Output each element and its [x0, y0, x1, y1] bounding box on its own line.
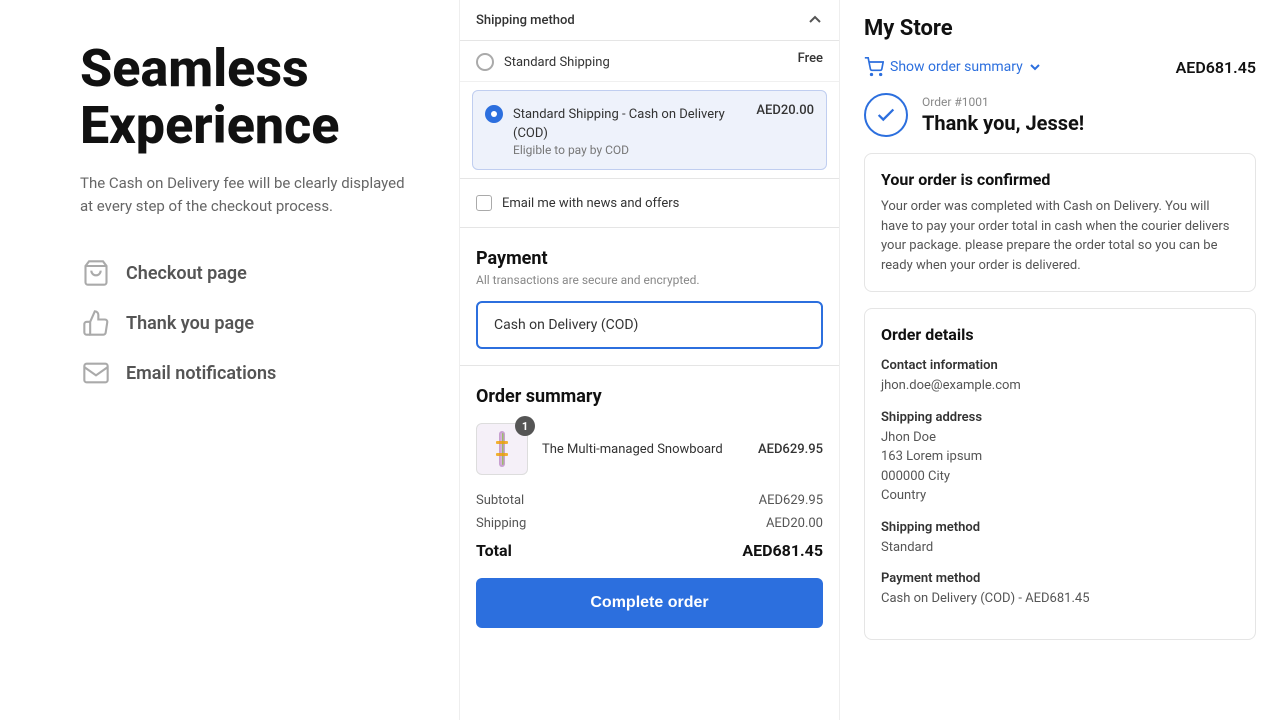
shipping-section: Shipping method Standard Shipping Free S… [460, 0, 839, 179]
order-details-box: Order details Contact information jhon.d… [864, 308, 1256, 640]
left-panel: Seamless Experience The Cash on Delivery… [0, 0, 460, 720]
summary-subtotal-row: Subtotal AED629.95 [476, 493, 823, 508]
cart-summary-icon [864, 57, 884, 77]
chevron-up-icon [807, 12, 823, 28]
snowboard-svg [486, 429, 518, 469]
feature-thankyou-label: Thank you page [126, 313, 254, 334]
payment-method-section: Payment method Cash on Delivery (COD) - … [881, 571, 1239, 609]
shipping-header-label: Shipping method [476, 13, 575, 28]
confirmed-box: Your order is confirmed Your order was c… [864, 153, 1256, 292]
summary-bar-amount: AED681.45 [1176, 58, 1256, 77]
show-summary-label: Show order summary [890, 59, 1023, 75]
payment-section: Payment All transactions are secure and … [460, 228, 839, 366]
feature-email-label: Email notifications [126, 363, 276, 384]
product-quantity-badge: 1 [515, 416, 535, 436]
email-checkbox-label: Email me with news and offers [502, 196, 679, 211]
thank-you-content: Order #1001 Thank you, Jesse! [922, 95, 1084, 135]
product-price: AED629.95 [758, 442, 823, 457]
payment-method-value: Cash on Delivery (COD) - AED681.45 [881, 589, 1239, 609]
thank-you-text: Thank you, Jesse! [922, 111, 1084, 135]
payment-title: Payment [476, 248, 823, 269]
order-summary-bar: Show order summary AED681.45 [864, 57, 1256, 77]
feature-checkout-label: Checkout page [126, 263, 247, 284]
shipping-method-section: Shipping method Standard [881, 520, 1239, 558]
confirmed-title: Your order is confirmed [881, 170, 1239, 189]
store-name: My Store [864, 16, 1256, 41]
show-summary-link[interactable]: Show order summary [864, 57, 1041, 77]
checkmark-icon [875, 104, 897, 126]
order-summary-title: Order summary [476, 386, 823, 407]
shipping-header: Shipping method [460, 0, 839, 41]
confirmed-text: Your order was completed with Cash on De… [881, 197, 1239, 275]
option-cod-details: Standard Shipping - Cash on Delivery (CO… [513, 103, 746, 157]
radio-standard[interactable] [476, 53, 494, 71]
shipping-option-cod[interactable]: Standard Shipping - Cash on Delivery (CO… [472, 90, 827, 170]
complete-order-button[interactable]: Complete order [476, 578, 823, 628]
order-details-title: Order details [881, 325, 1239, 344]
contact-label: Contact information [881, 358, 1239, 373]
shipping-value: AED20.00 [766, 516, 823, 531]
thank-you-card: Order #1001 Thank you, Jesse! [864, 93, 1256, 137]
headline: Seamless Experience [80, 40, 419, 154]
payment-method-box: Cash on Delivery (COD) [476, 301, 823, 349]
option-cod-price: AED20.00 [756, 103, 814, 118]
option-standard-price: Free [798, 51, 823, 66]
feature-checkout: Checkout page [80, 257, 419, 289]
email-section: Email me with news and offers [460, 179, 839, 228]
product-image-wrap: 1 [476, 423, 528, 475]
option-cod-sub: Eligible to pay by COD [513, 143, 746, 157]
summary-total-row: Total AED681.45 [476, 541, 823, 560]
shipping-address-value: Jhon Doe 163 Lorem ipsum 000000 City Cou… [881, 428, 1239, 506]
shipping-label: Shipping [476, 516, 526, 531]
product-row: 1 The Multi-managed Snowboard AED629.95 [476, 423, 823, 475]
order-summary-section: Order summary 1 The Multi-managed Snowbo… [460, 366, 839, 644]
cart-icon [80, 257, 112, 289]
product-name: The Multi-managed Snowboard [542, 442, 744, 457]
email-checkbox-row[interactable]: Email me with news and offers [476, 195, 823, 211]
feature-thankyou: Thank you page [80, 307, 419, 339]
contact-value: jhon.doe@example.com [881, 376, 1239, 396]
thumbsup-icon [80, 307, 112, 339]
option-cod-name: Standard Shipping - Cash on Delivery (CO… [513, 107, 725, 141]
radio-cod[interactable] [485, 105, 503, 123]
subtotal-value: AED629.95 [759, 493, 823, 508]
shipping-method-value: Standard [881, 538, 1239, 558]
email-checkbox[interactable] [476, 195, 492, 211]
shipping-method-label: Shipping method [881, 520, 1239, 535]
subtotal-label: Subtotal [476, 493, 524, 508]
summary-shipping-row: Shipping AED20.00 [476, 516, 823, 531]
contact-section: Contact information jhon.doe@example.com [881, 358, 1239, 396]
shipping-option-standard[interactable]: Standard Shipping Free [460, 41, 839, 82]
option-standard-details: Standard Shipping [504, 51, 788, 70]
shipping-address-label: Shipping address [881, 410, 1239, 425]
chevron-down-icon [1029, 61, 1041, 73]
payment-method-label: Payment method [881, 571, 1239, 586]
email-icon [80, 357, 112, 389]
right-panel: My Store Show order summary AED681.45 Or… [840, 0, 1280, 720]
feature-list: Checkout page Thank you page Email notif… [80, 257, 419, 389]
description: The Cash on Delivery fee will be clearly… [80, 172, 419, 217]
checkmark-circle [864, 93, 908, 137]
shipping-address-section: Shipping address Jhon Doe 163 Lorem ipsu… [881, 410, 1239, 506]
middle-panel: Shipping method Standard Shipping Free S… [460, 0, 840, 720]
payment-subtitle: All transactions are secure and encrypte… [476, 273, 823, 287]
total-value: AED681.45 [742, 541, 823, 560]
order-number: Order #1001 [922, 95, 1084, 109]
option-standard-name: Standard Shipping [504, 55, 610, 70]
total-label: Total [476, 541, 512, 560]
feature-email: Email notifications [80, 357, 419, 389]
